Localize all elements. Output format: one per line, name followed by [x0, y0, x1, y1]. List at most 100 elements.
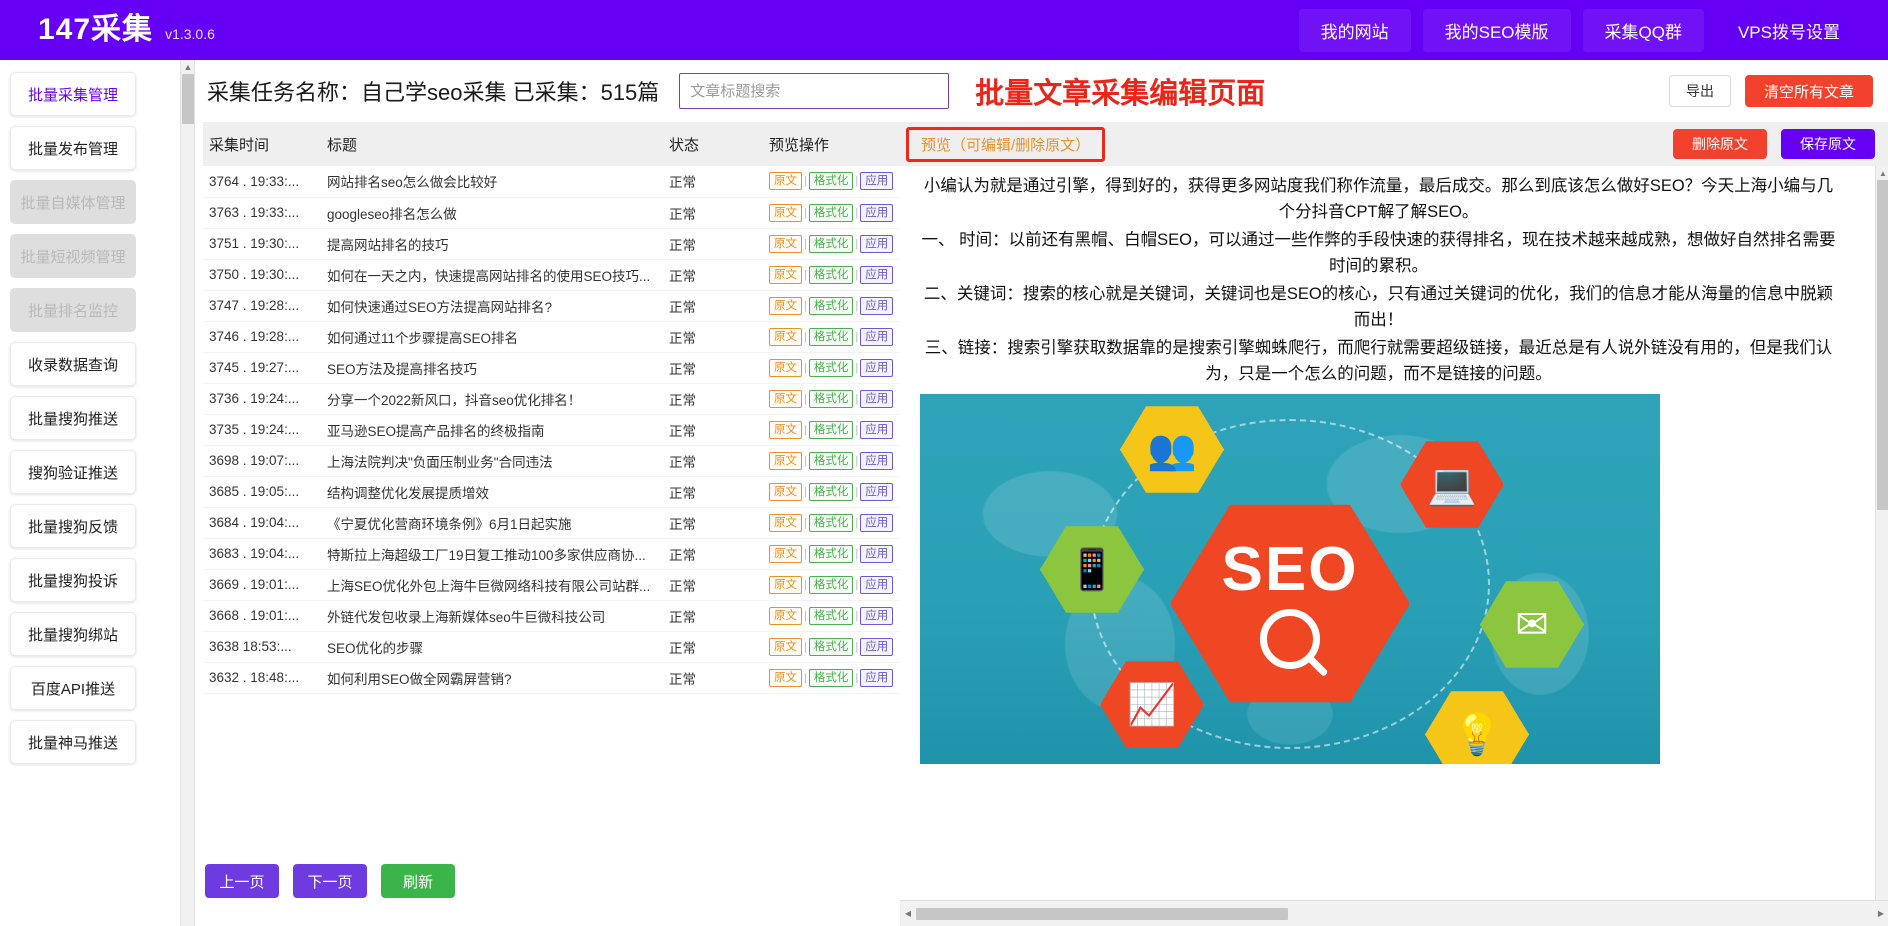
cell-article-title[interactable]: 亚马逊SEO提高产品排名的终极指南: [321, 414, 663, 445]
nav-vps-dial-settings[interactable]: VPS拨号设置: [1716, 9, 1862, 52]
format-link[interactable]: 格式化: [809, 204, 854, 222]
format-link[interactable]: 格式化: [809, 638, 854, 656]
view-original-link[interactable]: 原文: [769, 359, 802, 377]
cell-article-title[interactable]: 外链代发包收录上海新媒体seo牛巨微科技公司: [321, 600, 663, 631]
cell-article-title[interactable]: 上海SEO优化外包上海牛巨微网络科技有限公司站群...: [321, 569, 663, 600]
format-link[interactable]: 格式化: [809, 607, 854, 625]
apply-link[interactable]: 应用: [860, 576, 893, 594]
sidebar-item-baidu-api-push[interactable]: 百度API推送: [10, 666, 136, 710]
apply-link[interactable]: 应用: [860, 297, 893, 315]
preview-hscroll-thumb[interactable]: [916, 908, 1288, 920]
scroll-up-icon[interactable]: ▲: [181, 60, 195, 74]
view-original-link[interactable]: 原文: [769, 576, 802, 594]
cell-article-title[interactable]: SEO方法及提高排名技巧: [321, 352, 663, 383]
apply-link[interactable]: 应用: [860, 172, 893, 190]
apply-link[interactable]: 应用: [860, 545, 893, 563]
sidebar-item-batch-sogou-push[interactable]: 批量搜狗推送: [10, 396, 136, 440]
format-link[interactable]: 格式化: [809, 266, 854, 284]
preview-vertical-scrollbar[interactable]: ▲: [1875, 166, 1888, 900]
view-original-link[interactable]: 原文: [769, 545, 802, 563]
apply-link[interactable]: 应用: [860, 421, 893, 439]
view-original-link[interactable]: 原文: [769, 390, 802, 408]
preview-body[interactable]: 小编认为就是通过引擎，得到好的，获得更多网站度我们称作流量，最后成交。那么到底该…: [900, 166, 1888, 926]
nav-qq-group[interactable]: 采集QQ群: [1583, 9, 1704, 52]
sidebar-item-batch-sogou-feedback[interactable]: 批量搜狗反馈: [10, 504, 136, 548]
table-row[interactable]: 3632 . 18:48:...如何利用SEO做全网霸屏营销?正常原文|格式化|…: [203, 662, 900, 693]
format-link[interactable]: 格式化: [809, 452, 854, 470]
format-link[interactable]: 格式化: [809, 576, 854, 594]
cell-article-title[interactable]: 结构调整优化发展提质增效: [321, 476, 663, 507]
view-original-link[interactable]: 原文: [769, 514, 802, 532]
nav-my-seo-template[interactable]: 我的SEO模版: [1423, 9, 1571, 52]
sidebar-item-batch-sogou-complaint[interactable]: 批量搜狗投诉: [10, 558, 136, 602]
format-link[interactable]: 格式化: [809, 421, 854, 439]
table-row[interactable]: 3764 . 19:33:...网站排名seo怎么做会比较好正常原文|格式化|应…: [203, 166, 900, 197]
view-original-link[interactable]: 原文: [769, 483, 802, 501]
main-scroll-thumb[interactable]: [182, 74, 194, 124]
view-original-link[interactable]: 原文: [769, 452, 802, 470]
sidebar-item-batch-shenma-push[interactable]: 批量神马推送: [10, 720, 136, 764]
view-original-link[interactable]: 原文: [769, 328, 802, 346]
search-input[interactable]: [679, 73, 949, 109]
sidebar-item-batch-collect-manage[interactable]: 批量采集管理: [10, 72, 136, 116]
format-link[interactable]: 格式化: [809, 390, 854, 408]
table-row[interactable]: 3763 . 19:33:...googleseo排名怎么做正常原文|格式化|应…: [203, 197, 900, 228]
cell-article-title[interactable]: 如何快速通过SEO方法提高网站排名?: [321, 290, 663, 321]
save-original-button[interactable]: 保存原文: [1781, 129, 1875, 159]
preview-scroll-left-icon[interactable]: ◀: [900, 901, 916, 926]
article-content[interactable]: 小编认为就是通过引擎，得到好的，获得更多网站度我们称作流量，最后成交。那么到底该…: [900, 166, 1861, 764]
table-row[interactable]: 3735 . 19:24:...亚马逊SEO提高产品排名的终极指南正常原文|格式…: [203, 414, 900, 445]
preview-vscroll-thumb[interactable]: [1877, 180, 1888, 510]
apply-link[interactable]: 应用: [860, 607, 893, 625]
table-row[interactable]: 3746 . 19:28:...如何通过11个步骤提高SEO排名正常原文|格式化…: [203, 321, 900, 352]
table-row[interactable]: 3745 . 19:27:...SEO方法及提高排名技巧正常原文|格式化|应用: [203, 352, 900, 383]
apply-link[interactable]: 应用: [860, 266, 893, 284]
apply-link[interactable]: 应用: [860, 514, 893, 532]
format-link[interactable]: 格式化: [809, 328, 854, 346]
sidebar-item-index-data-query[interactable]: 收录数据查询: [10, 342, 136, 386]
sidebar-item-sogou-verify-push[interactable]: 搜狗验证推送: [10, 450, 136, 494]
apply-link[interactable]: 应用: [860, 328, 893, 346]
main-vertical-scrollbar[interactable]: ▲: [181, 60, 195, 926]
cell-article-title[interactable]: 提高网站排名的技巧: [321, 228, 663, 259]
sidebar-item-batch-publish-manage[interactable]: 批量发布管理: [10, 126, 136, 170]
table-row[interactable]: 3685 . 19:05:...结构调整优化发展提质增效正常原文|格式化|应用: [203, 476, 900, 507]
sidebar-item-batch-sogou-bindsite[interactable]: 批量搜狗绑站: [10, 612, 136, 656]
apply-link[interactable]: 应用: [860, 235, 893, 253]
cell-article-title[interactable]: 特斯拉上海超级工厂19日复工推动100多家供应商协...: [321, 538, 663, 569]
cell-article-title[interactable]: 如何通过11个步骤提高SEO排名: [321, 321, 663, 352]
format-link[interactable]: 格式化: [809, 297, 854, 315]
view-original-link[interactable]: 原文: [769, 607, 802, 625]
delete-original-button[interactable]: 删除原文: [1673, 129, 1767, 159]
table-row[interactable]: 3751 . 19:30:...提高网站排名的技巧正常原文|格式化|应用: [203, 228, 900, 259]
cell-article-title[interactable]: 上海法院判决"负面压制业务"合同违法: [321, 445, 663, 476]
table-row[interactable]: 3683 . 19:04:...特斯拉上海超级工厂19日复工推动100多家供应商…: [203, 538, 900, 569]
apply-link[interactable]: 应用: [860, 204, 893, 222]
cell-article-title[interactable]: 网站排名seo怎么做会比较好: [321, 166, 663, 197]
preview-horizontal-scrollbar[interactable]: ◀ ▶: [900, 900, 1888, 926]
table-row[interactable]: 3747 . 19:28:...如何快速通过SEO方法提高网站排名?正常原文|格…: [203, 290, 900, 321]
apply-link[interactable]: 应用: [860, 452, 893, 470]
format-link[interactable]: 格式化: [809, 669, 854, 687]
cell-article-title[interactable]: 《宁夏优化营商环境条例》6月1日起实施: [321, 507, 663, 538]
export-button[interactable]: 导出: [1669, 75, 1731, 107]
apply-link[interactable]: 应用: [860, 483, 893, 501]
table-row[interactable]: 3750 . 19:30:...如何在一天之内，快速提高网站排名的使用SEO技巧…: [203, 259, 900, 290]
view-original-link[interactable]: 原文: [769, 297, 802, 315]
format-link[interactable]: 格式化: [809, 359, 854, 377]
view-original-link[interactable]: 原文: [769, 669, 802, 687]
preview-scroll-right-icon[interactable]: ▶: [1873, 901, 1888, 926]
apply-link[interactable]: 应用: [860, 669, 893, 687]
view-original-link[interactable]: 原文: [769, 266, 802, 284]
next-page-button[interactable]: 下一页: [293, 864, 367, 898]
cell-article-title[interactable]: SEO优化的步骤: [321, 631, 663, 662]
cell-article-title[interactable]: 分享一个2022新风口，抖音seo优化排名！: [321, 383, 663, 414]
nav-my-site[interactable]: 我的网站: [1299, 9, 1411, 52]
refresh-button[interactable]: 刷新: [381, 864, 455, 898]
cell-article-title[interactable]: 如何利用SEO做全网霸屏营销?: [321, 662, 663, 693]
format-link[interactable]: 格式化: [809, 235, 854, 253]
cell-article-title[interactable]: googleseo排名怎么做: [321, 197, 663, 228]
view-original-link[interactable]: 原文: [769, 235, 802, 253]
table-row[interactable]: 3736 . 19:24:...分享一个2022新风口，抖音seo优化排名！正常…: [203, 383, 900, 414]
format-link[interactable]: 格式化: [809, 545, 854, 563]
